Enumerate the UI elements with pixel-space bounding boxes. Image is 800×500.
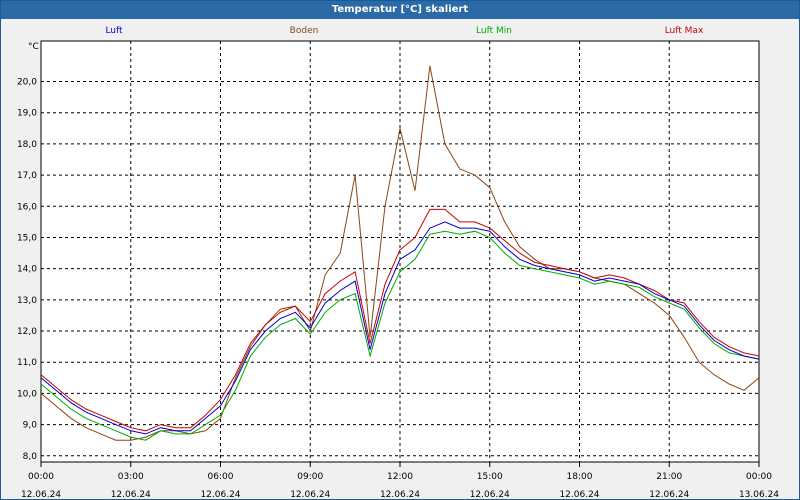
legend-label-luft-min: Luft Min: [476, 26, 512, 36]
y-tick-label: 20,0: [17, 78, 37, 88]
legend-label-boden: Boden: [290, 26, 319, 36]
y-tick-label: 10,0: [17, 389, 37, 399]
x-tick-time: 00:00: [28, 472, 54, 482]
y-tick-label: 8,0: [23, 452, 38, 462]
x-tick-date: 12.06.24: [380, 490, 420, 499]
y-tick-label: 12,0: [17, 327, 37, 337]
x-tick-time: 15:00: [477, 472, 503, 482]
y-tick-label: 14,0: [17, 265, 37, 275]
y-tick-label: 13,0: [17, 296, 37, 306]
window-title: Temperatur [°C] skaliert: [1, 1, 799, 19]
x-tick-date: 12.06.24: [290, 490, 330, 499]
x-tick-date: 12.06.24: [559, 490, 599, 499]
x-tick-date: 12.06.24: [21, 490, 61, 499]
x-tick-time: 12:00: [387, 472, 413, 482]
x-tick-time: 00:00: [746, 472, 772, 482]
x-tick-date: 12.06.24: [649, 490, 689, 499]
chart-window: Temperatur [°C] skaliert Luft Boden Luft M…: [0, 0, 800, 500]
x-tick-time: 18:00: [567, 472, 593, 482]
x-tick-date: 12.06.24: [200, 490, 240, 499]
x-tick-time: 09:00: [297, 472, 323, 482]
x-tick-date: 12.06.24: [111, 490, 151, 499]
x-tick-time: 06:00: [208, 472, 234, 482]
x-tick-date: 12.06.24: [470, 490, 510, 499]
y-tick-label: 18,0: [17, 140, 37, 150]
chart-canvas: Luft Boden Luft Min Luft Max °C 8,0 9,0 10,0 11,…: [17, 26, 779, 499]
y-tick-label: 17,0: [17, 171, 37, 181]
y-unit-label: °C: [28, 42, 39, 52]
x-tick-time: 21:00: [656, 472, 682, 482]
y-tick-label: 9,0: [23, 421, 38, 431]
y-tick-label: 11,0: [17, 358, 37, 368]
y-tick-label: 15,0: [17, 233, 37, 243]
legend-label-luft: Luft: [105, 26, 123, 36]
y-tick-label: 19,0: [17, 109, 37, 119]
y-tick-label: 16,0: [17, 202, 37, 212]
legend-label-luft-max: Luft Max: [665, 26, 704, 36]
x-tick-date: 13.06.24: [739, 490, 779, 499]
x-tick-time: 03:00: [118, 472, 144, 482]
